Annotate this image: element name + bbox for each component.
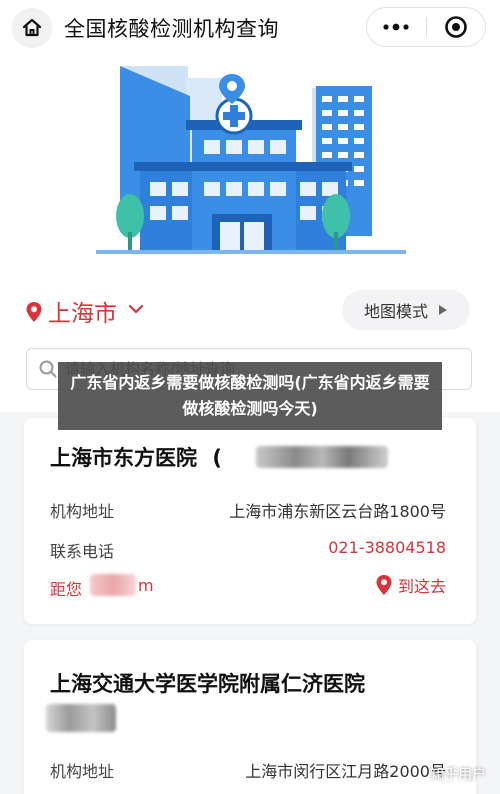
institution-name: 上海交通大学医学院附属仁济医院 [50, 672, 365, 696]
home-icon [22, 18, 42, 37]
phone-link[interactable]: 021-38804518 [328, 538, 446, 557]
caption-overlay: 广东省内返乡需要做核酸检测吗(广东省内返乡需要做核酸检测吗今天) [58, 362, 442, 430]
map-mode-label: 地图模式 [363, 302, 428, 321]
search-icon [39, 360, 57, 378]
navigate-label: 到这去 [397, 577, 446, 596]
blurred-text [46, 704, 116, 732]
play-triangle-icon [439, 305, 447, 315]
address-value: 上海市闵行区江月路2000号 [245, 762, 446, 781]
phone-label: 联系电话 [50, 542, 115, 561]
watermark: 知乎用户 [430, 767, 486, 783]
location-pin-icon [26, 302, 42, 322]
address-label: 机构地址 [50, 762, 115, 781]
hero-illustration [0, 56, 500, 276]
distance-label: 距您 [50, 580, 83, 599]
location-pin-icon [376, 575, 392, 595]
mini-program-capsule [366, 7, 486, 47]
hospital-building-illustration [96, 66, 406, 254]
navigate-button[interactable]: 到这去 [376, 573, 446, 597]
institution-card[interactable]: 上海交通大学医学院附属仁济医院 机构地址 上海市闵行区江月路2000号 [24, 640, 476, 794]
target-close-icon [444, 16, 467, 38]
more-button[interactable] [367, 8, 426, 46]
city-selector-row: 上海市 地图模式 [0, 276, 500, 342]
blurred-text [256, 446, 388, 468]
close-button[interactable] [427, 8, 486, 46]
blurred-distance [90, 574, 136, 596]
more-dots-icon [383, 23, 409, 31]
institution-card[interactable]: 上海市东方医院 ( 机构地址 上海市浦东新区云台路1800号 联系电话 021-… [24, 418, 476, 624]
institution-name: 上海市东方医院 ( [50, 446, 222, 470]
map-mode-button[interactable]: 地图模式 [342, 290, 470, 330]
address-value: 上海市浦东新区云台路1800号 [229, 502, 446, 521]
home-button[interactable] [12, 8, 52, 48]
chevron-down-icon[interactable] [128, 304, 144, 314]
caption-text: 广东省内返乡需要做核酸检测吗(广东省内返乡需要做核酸检测吗今天) [70, 373, 430, 418]
top-bar: 全国核酸检测机构查询 [0, 0, 500, 56]
distance-unit: m [138, 576, 154, 595]
address-label: 机构地址 [50, 502, 115, 521]
city-selector[interactable]: 上海市 [48, 294, 117, 328]
page-title: 全国核酸检测机构查询 [64, 17, 279, 41]
